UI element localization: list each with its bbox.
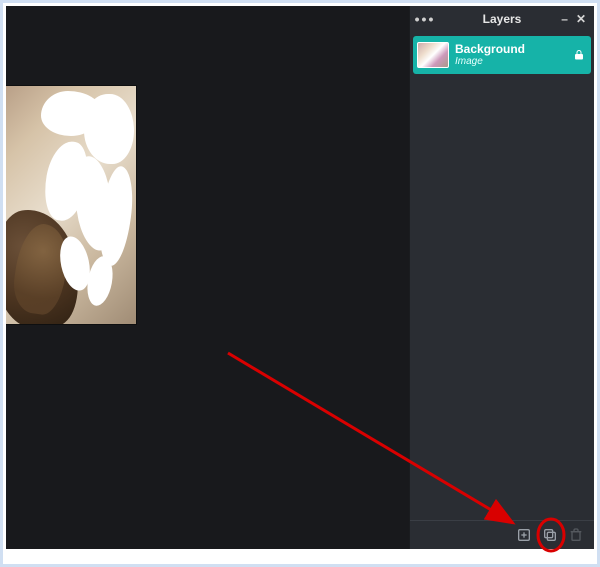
duplicate-layer-button[interactable] [542,527,558,543]
layer-type: Image [455,56,567,67]
layers-panel: ••• Layers – ✕ Background Image [409,6,594,549]
layer-thumbnail [417,42,449,68]
panel-footer [410,520,594,549]
panel-window-controls: – ✕ [561,13,594,25]
layer-list: Background Image [410,32,594,520]
layer-row-background[interactable]: Background Image [413,36,591,74]
panel-more-button[interactable]: ••• [410,11,440,27]
layer-name: Background [455,43,567,56]
panel-minimize-button[interactable]: – [561,13,568,25]
panel-close-button[interactable]: ✕ [576,13,586,25]
delete-layer-button[interactable] [568,527,584,543]
canvas-image[interactable] [6,86,136,324]
erase-stroke [84,94,134,164]
panel-title: Layers [483,12,522,26]
app-frame: ••• Layers – ✕ Background Image [0,0,600,567]
panel-header: ••• Layers – ✕ [410,6,594,32]
layer-text: Background Image [455,43,567,67]
lock-icon[interactable] [573,49,585,61]
canvas-area[interactable] [6,6,409,549]
app-inner: ••• Layers – ✕ Background Image [6,6,594,549]
add-layer-button[interactable] [516,527,532,543]
